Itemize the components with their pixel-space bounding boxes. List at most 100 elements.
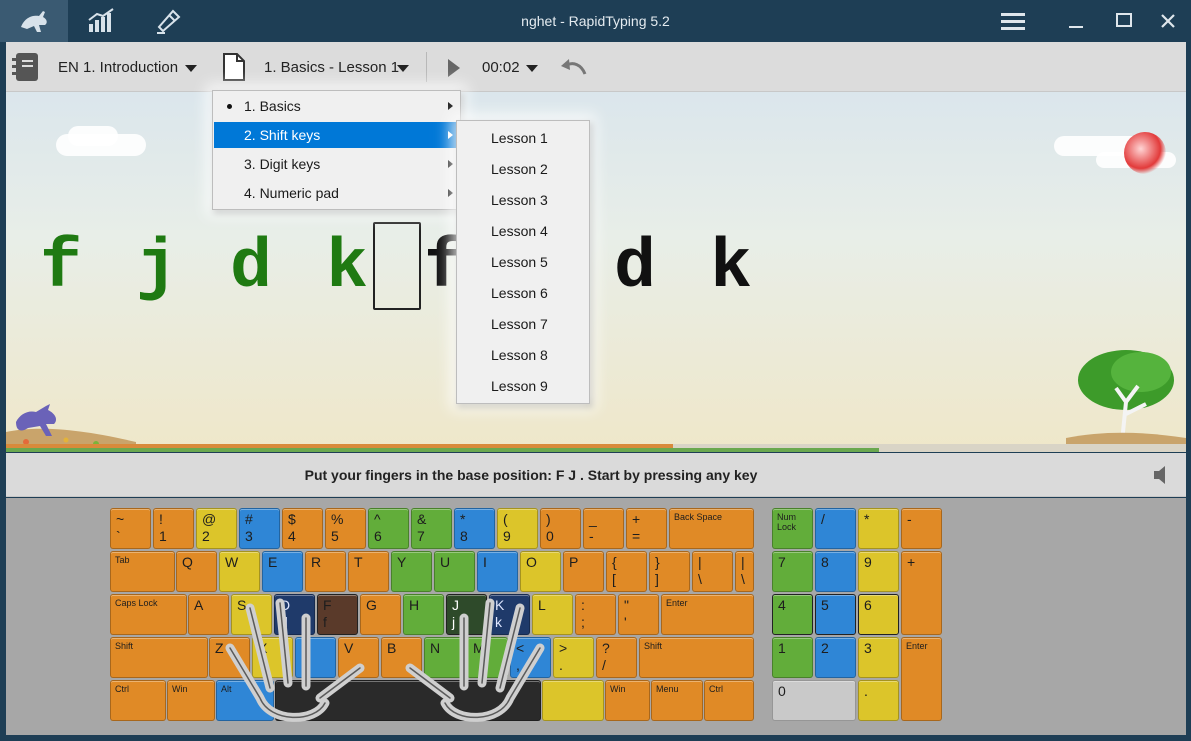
menu-item-shift-keys[interactable]: 2. Shift keys (214, 122, 459, 148)
hamburger-menu-icon[interactable] (998, 8, 1028, 34)
menu-item-basics[interactable]: 1. Basics (214, 93, 459, 119)
play-icon[interactable] (446, 57, 462, 84)
key-d[interactable]: Dd (274, 594, 315, 635)
key-win-left[interactable]: Win (167, 680, 215, 721)
key-6[interactable]: ^ 6 (368, 508, 409, 549)
key-num-minus[interactable]: - (901, 508, 942, 549)
menu-item-numeric-pad[interactable]: 4. Numeric pad (214, 180, 459, 206)
key-num-lock[interactable]: Num Lock (772, 508, 813, 549)
key-q[interactable]: Q (176, 551, 217, 592)
key-backspace[interactable]: Back Space (669, 508, 754, 549)
key-ctrl-left[interactable]: Ctrl (110, 680, 166, 721)
key-tab[interactable]: Tab (110, 551, 175, 592)
key-num-9[interactable]: 9 (858, 551, 899, 592)
key-h[interactable]: H (403, 594, 444, 635)
key-`[interactable]: ~ ` (110, 508, 151, 549)
key-y[interactable]: Y (391, 551, 432, 592)
key-period[interactable]: >. (553, 637, 594, 678)
key-v[interactable]: V (338, 637, 379, 678)
key-4[interactable]: $4 (282, 508, 323, 549)
kangaroo-icon[interactable] (0, 0, 68, 42)
maximize-icon[interactable] (1109, 8, 1139, 34)
key-alt-left[interactable]: Alt (216, 680, 274, 721)
key-o[interactable]: O (520, 551, 561, 592)
key-s[interactable]: S (231, 594, 272, 635)
key-num-3[interactable]: 3 (858, 637, 899, 678)
submenu-item-lesson-3[interactable]: Lesson 3 (458, 185, 588, 215)
key-x[interactable]: X (252, 637, 293, 678)
key-z[interactable]: Z (209, 637, 250, 678)
key-m[interactable]: M (467, 637, 508, 678)
key-num-2[interactable]: 2 (815, 637, 856, 678)
submenu-item-lesson-8[interactable]: Lesson 8 (458, 340, 588, 370)
key-num-star[interactable]: * (858, 508, 899, 549)
key-alt-right[interactable] (542, 680, 604, 721)
key-win-right[interactable]: Win (605, 680, 650, 721)
key-c[interactable]: C (295, 637, 336, 678)
key-r[interactable]: R (305, 551, 346, 592)
lesson-chevron-down-icon[interactable] (397, 65, 409, 72)
key-2[interactable]: @2 (196, 508, 237, 549)
key-u[interactable]: U (434, 551, 475, 592)
statistics-icon[interactable] (68, 0, 136, 42)
key-w[interactable]: W (219, 551, 260, 592)
key-num-4[interactable]: 4 (772, 594, 813, 635)
key-backslash[interactable]: | \ (735, 551, 754, 592)
key-num-dot[interactable]: . (858, 680, 899, 721)
submenu-item-lesson-2[interactable]: Lesson 2 (458, 154, 588, 184)
key-3[interactable]: #3 (239, 508, 280, 549)
lesson-page-icon[interactable] (222, 52, 246, 87)
course-chevron-down-icon[interactable] (185, 65, 197, 72)
key-shift-right[interactable]: Shift (639, 637, 754, 678)
key-caps-lock[interactable]: Caps Lock (110, 594, 187, 635)
key-9[interactable]: (9 (497, 508, 538, 549)
key-\[interactable]: | \ (692, 551, 733, 592)
key-b[interactable]: B (381, 637, 422, 678)
key-num-enter[interactable]: Enter (901, 637, 942, 721)
key-7[interactable]: & 7 (411, 508, 452, 549)
key-num-7[interactable]: 7 (772, 551, 813, 592)
key-0[interactable]: ) 0 (540, 508, 581, 549)
editor-icon[interactable] (136, 0, 204, 42)
key-j[interactable]: Jj (446, 594, 487, 635)
submenu-item-lesson-1[interactable]: Lesson 1 (458, 123, 588, 153)
key-enter[interactable]: Enter (661, 594, 754, 635)
timer-display[interactable]: 00:02 (482, 59, 520, 76)
submenu-item-lesson-7[interactable]: Lesson 7 (458, 309, 588, 339)
minimize-icon[interactable] (1061, 8, 1091, 34)
key-slash[interactable]: ? / (596, 637, 637, 678)
key-g[interactable]: G (360, 594, 401, 635)
key-a[interactable]: A (188, 594, 229, 635)
lesson-selector[interactable]: 1. Basics - Lesson 1 (264, 59, 399, 76)
key-i[interactable]: I (477, 551, 518, 592)
key-8[interactable]: * 8 (454, 508, 495, 549)
submenu-item-lesson-5[interactable]: Lesson 5 (458, 247, 588, 277)
key-[[interactable]: {[ (606, 551, 647, 592)
key-shift-left[interactable]: Shift (110, 637, 208, 678)
key-comma[interactable]: <, (510, 637, 551, 678)
key-num-0[interactable]: 0 (772, 680, 856, 721)
submenu-item-lesson-9[interactable]: Lesson 9 (458, 371, 588, 401)
key-1[interactable]: ! 1 (153, 508, 194, 549)
course-selector[interactable]: EN 1. Introduction (58, 59, 178, 76)
key-num-plus[interactable]: + (901, 551, 942, 635)
key-e[interactable]: E (262, 551, 303, 592)
key-menu[interactable]: Menu (651, 680, 703, 721)
key-ctrl-right[interactable]: Ctrl (704, 680, 754, 721)
key-n[interactable]: N (424, 637, 465, 678)
key-num-5[interactable]: 5 (815, 594, 856, 635)
submenu-item-lesson-4[interactable]: Lesson 4 (458, 216, 588, 246)
key-=[interactable]: + = (626, 508, 667, 549)
key-quote[interactable]: " ' (618, 594, 659, 635)
key-semicolon[interactable]: :; (575, 594, 616, 635)
course-book-icon[interactable] (11, 51, 41, 88)
timer-chevron-down-icon[interactable] (526, 65, 538, 72)
key-f[interactable]: Ff (317, 594, 358, 635)
menu-item-digit-keys[interactable]: 3. Digit keys (214, 151, 459, 177)
undo-icon[interactable] (559, 56, 587, 83)
key-num-8[interactable]: 8 (815, 551, 856, 592)
key-space[interactable] (275, 680, 541, 721)
key-p[interactable]: P (563, 551, 604, 592)
key-t[interactable]: T (348, 551, 389, 592)
key-num-6[interactable]: 6 (858, 594, 899, 635)
